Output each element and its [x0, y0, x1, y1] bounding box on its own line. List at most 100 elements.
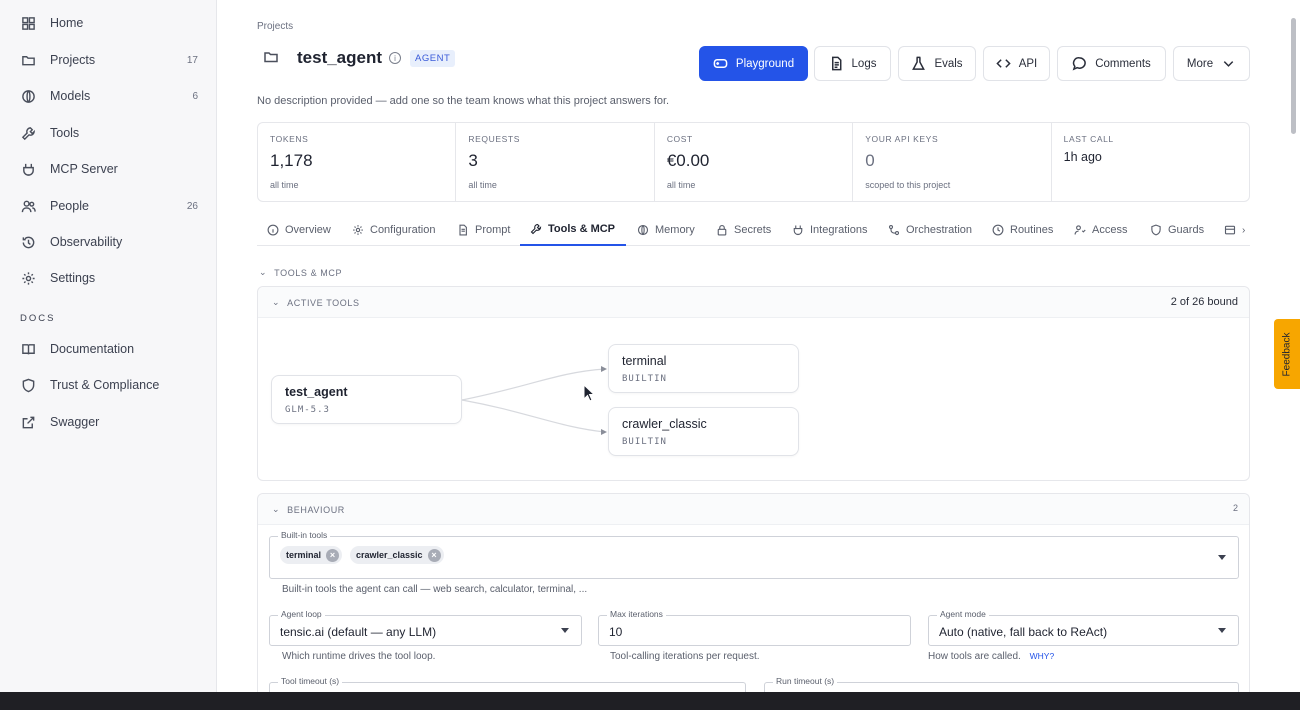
tab-access[interactable]: Access: [1074, 214, 1127, 246]
info-icon[interactable]: i: [389, 52, 402, 64]
tab-prompt[interactable]: Prompt: [457, 214, 510, 246]
tab-overflow[interactable]: ›: [1224, 214, 1245, 246]
sidebar-item-observability[interactable]: Observability: [20, 231, 198, 253]
remove-chip-icon[interactable]: ×: [326, 548, 340, 562]
stat-sub: all time: [666, 180, 696, 190]
shield-icon: [1151, 224, 1161, 236]
tool-node-terminal[interactable]: terminal BUILTIN: [608, 344, 799, 393]
wrench-icon: [20, 125, 36, 141]
tab-integrations[interactable]: Integrations: [792, 214, 867, 246]
mouse-cursor-icon: [583, 383, 596, 405]
field-label: Agent mode: [937, 609, 989, 619]
help-text: How tools are called.: [928, 651, 1021, 662]
agent-badge: AGENT: [410, 49, 456, 67]
comments-button[interactable]: Comments: [1057, 46, 1166, 81]
sidebar-item-documentation[interactable]: Documentation: [20, 338, 198, 360]
tab-label: Guards: [1168, 224, 1205, 236]
folder-icon: [263, 49, 279, 68]
tab-label: Access: [1092, 224, 1128, 236]
sidebar-item-tools[interactable]: Tools: [20, 122, 198, 144]
sidebar-item-projects[interactable]: Projects 17: [20, 49, 198, 71]
user-access-icon: [1074, 225, 1086, 235]
sidebar-item-settings[interactable]: Settings: [20, 267, 198, 289]
agent-loop-select[interactable]: Agent loop tensic.ai (default — any LLM): [269, 609, 582, 646]
sidebar-item-mcp-server[interactable]: MCP Server: [20, 158, 198, 180]
sidebar-item-home[interactable]: Home: [20, 12, 198, 34]
tab-label: Memory: [655, 224, 695, 236]
more-button-label: More: [1186, 57, 1214, 70]
scrollbar-thumb[interactable]: [1291, 18, 1296, 134]
gear-icon: [353, 225, 363, 235]
stat-sub: all time: [270, 180, 299, 190]
node-subtitle: GLM-5.3: [285, 405, 330, 415]
sidebar-item-label: Projects: [50, 53, 96, 67]
tab-configuration[interactable]: Configuration: [352, 214, 435, 246]
chip-label: crawler_classic: [356, 550, 423, 560]
tab-guards[interactable]: Guards: [1150, 214, 1204, 246]
sidebar-item-people[interactable]: People 26: [20, 195, 198, 217]
tool-node-crawler-classic[interactable]: crawler_classic BUILTIN: [608, 407, 799, 456]
sidebar-item-count: 6: [192, 90, 198, 102]
agent-mode-help: How tools are called. WHY?: [928, 651, 1054, 662]
sidebar-item-models[interactable]: Models 6: [20, 85, 198, 107]
max-iterations-input[interactable]: Max iterations 10: [598, 609, 911, 646]
tab-tools-mcp[interactable]: Tools & MCP: [520, 214, 626, 246]
gear-icon: [20, 270, 36, 286]
sidebar-item-trust-compliance[interactable]: Trust & Compliance: [20, 374, 198, 396]
api-button-label: API: [1018, 57, 1038, 70]
stat-label: TOKENS: [270, 134, 309, 144]
remove-chip-icon[interactable]: ×: [427, 548, 441, 562]
sidebar-item-label: Home: [50, 16, 84, 30]
sidebar-item-swagger[interactable]: Swagger: [20, 411, 198, 433]
tools-mcp-section-label[interactable]: ⌄ TOOLS & MCP: [259, 267, 342, 278]
history-icon: [20, 234, 36, 250]
globe-icon: [637, 224, 649, 236]
tab-orchestration[interactable]: Orchestration: [888, 214, 972, 246]
agent-mode-select[interactable]: Agent mode Auto (native, fall back to Re…: [928, 609, 1239, 646]
sidebar-item-label: Settings: [50, 271, 96, 285]
sidebar-item-label: MCP Server: [50, 162, 118, 176]
stat-tokens: TOKENS 1,178 all time: [258, 123, 457, 201]
field-label: Run timeout (s): [773, 676, 838, 686]
node-title: test_agent: [285, 385, 348, 399]
field-label: Agent loop: [278, 609, 325, 619]
tab-label: Configuration: [370, 224, 436, 236]
scrollbar[interactable]: [1290, 0, 1297, 692]
clock-icon: [992, 224, 1004, 236]
why-link[interactable]: WHY?: [1030, 651, 1055, 661]
logs-button[interactable]: Logs: [814, 46, 891, 81]
chevron-down-icon: [1223, 61, 1234, 67]
tab-label: Overview: [285, 224, 331, 236]
stat-label: LAST CALL: [1063, 134, 1114, 144]
field-label: Built-in tools: [278, 530, 331, 540]
api-button[interactable]: API: [983, 46, 1050, 81]
dropdown-caret-icon: [561, 628, 569, 633]
docs-section-label: DOCS: [20, 313, 56, 324]
dropdown-caret-icon[interactable]: [1218, 555, 1226, 560]
code-icon: [996, 59, 1011, 68]
agent-loop-help: Which runtime drives the tool loop.: [282, 651, 436, 662]
agent-node[interactable]: test_agent GLM-5.3: [271, 375, 462, 424]
tab-memory[interactable]: Memory: [637, 214, 695, 246]
stat-value: 1,178: [270, 151, 313, 170]
stat-sub: all time: [468, 180, 497, 190]
archive-icon: [1224, 225, 1236, 235]
evals-button[interactable]: Evals: [898, 46, 976, 81]
tab-overview[interactable]: Overview: [267, 214, 331, 246]
builtin-tools-select[interactable]: Built-in tools terminal × crawler_classi…: [269, 530, 1239, 579]
tab-label: Orchestration: [906, 224, 973, 236]
plug-icon: [793, 225, 803, 236]
os-taskbar: [0, 692, 1300, 710]
document-icon: [831, 56, 841, 71]
behaviour-header[interactable]: ⌄ BEHAVIOUR 2: [258, 494, 1249, 525]
sidebar-item-label: People: [50, 199, 89, 213]
tab-secrets[interactable]: Secrets: [716, 214, 771, 246]
playground-button[interactable]: Playground: [699, 46, 808, 81]
project-tabs: Overview Configuration Prompt Tools & MC…: [257, 214, 1250, 246]
breadcrumb[interactable]: Projects: [257, 21, 293, 32]
page-title: test_agent: [297, 48, 383, 67]
stat-value: 1h ago: [1063, 150, 1102, 164]
more-button[interactable]: More: [1173, 46, 1250, 81]
tab-routines[interactable]: Routines: [992, 214, 1053, 246]
sidebar-item-label: Observability: [50, 235, 123, 249]
